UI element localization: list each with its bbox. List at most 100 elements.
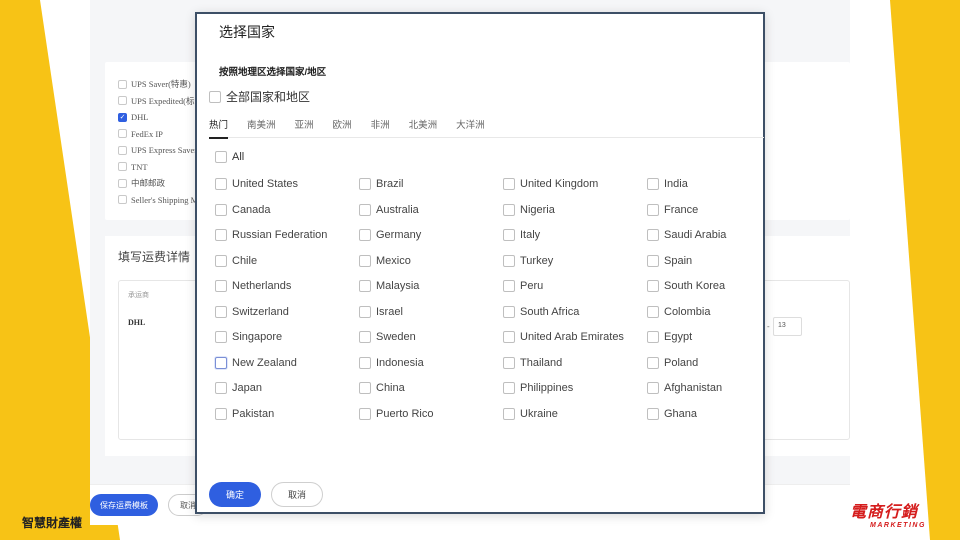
checkbox-icon bbox=[215, 356, 227, 369]
all-regions-checkbox[interactable]: 全部国家和地区 bbox=[209, 88, 310, 105]
select-all-label: All bbox=[232, 151, 245, 163]
carrier-label: UPS Saver(特惠) bbox=[131, 79, 191, 90]
country-checkbox[interactable]: South Korea bbox=[647, 279, 759, 293]
region-tab[interactable]: 亚洲 bbox=[295, 114, 314, 138]
checkbox-icon bbox=[503, 305, 515, 318]
country-checkbox[interactable]: Turkey bbox=[503, 254, 647, 268]
country-checkbox[interactable]: United Arab Emirates bbox=[503, 330, 647, 344]
region-tab[interactable]: 南美洲 bbox=[247, 114, 276, 138]
region-tab[interactable]: 热门 bbox=[209, 114, 229, 139]
country-checkbox[interactable]: Spain bbox=[647, 254, 759, 268]
country-checkbox[interactable]: Pakistan bbox=[215, 407, 359, 421]
country-label: Colombia bbox=[664, 305, 711, 318]
checkbox-icon bbox=[359, 407, 371, 420]
checkbox-icon bbox=[215, 178, 227, 190]
carrier-option[interactable]: Seller's Shipping M bbox=[118, 192, 206, 209]
carrier-option[interactable]: ✓ DHL bbox=[118, 109, 206, 126]
checkbox-icon bbox=[118, 96, 127, 106]
modal-title: 选择国家 bbox=[219, 24, 275, 40]
country-checkbox[interactable]: Netherlands bbox=[215, 279, 359, 293]
country-checkbox[interactable]: Singapore bbox=[215, 330, 359, 344]
country-checkbox[interactable]: Brazil bbox=[359, 177, 503, 191]
table-header-carrier: 承运商 bbox=[128, 292, 149, 299]
region-tab[interactable]: 大洋洲 bbox=[456, 114, 485, 138]
country-checkbox[interactable]: Sweden bbox=[359, 330, 503, 344]
country-checkbox[interactable]: Russian Federation bbox=[215, 228, 359, 242]
country-checkbox[interactable]: Canada bbox=[215, 203, 359, 217]
carrier-option[interactable]: UPS Express Saver bbox=[118, 142, 206, 159]
country-checkbox[interactable]: Germany bbox=[359, 228, 503, 242]
country-label: Malaysia bbox=[376, 280, 420, 292]
checkbox-icon bbox=[503, 254, 515, 267]
carrier-option[interactable]: UPS Saver(特惠) bbox=[118, 76, 206, 93]
country-checkbox[interactable]: Malaysia bbox=[359, 279, 503, 293]
save-template-button[interactable]: 保存运费模板 bbox=[90, 494, 158, 516]
country-checkbox[interactable]: Saudi Arabia bbox=[647, 228, 759, 242]
country-checkbox[interactable]: Australia bbox=[359, 203, 503, 217]
region-tab[interactable]: 欧洲 bbox=[333, 114, 352, 138]
checkbox-icon bbox=[359, 382, 371, 394]
country-checkbox[interactable]: Mexico bbox=[359, 254, 503, 268]
country-checkbox[interactable]: Chile bbox=[215, 254, 359, 268]
checkbox-icon bbox=[118, 145, 127, 155]
country-checkbox[interactable]: Ghana bbox=[647, 407, 759, 421]
carrier-option[interactable]: FedEx IP bbox=[118, 126, 206, 143]
region-tab[interactable]: 北美洲 bbox=[409, 114, 438, 138]
checkbox-icon bbox=[118, 129, 127, 139]
country-checkbox[interactable]: Poland bbox=[647, 356, 759, 370]
country-checkbox[interactable]: Nigeria bbox=[503, 203, 647, 217]
table-range-dash: - bbox=[767, 322, 770, 331]
select-all-checkbox[interactable]: All bbox=[215, 151, 244, 163]
country-checkbox[interactable]: Italy bbox=[503, 228, 647, 242]
country-checkbox[interactable]: Ukraine bbox=[503, 407, 647, 421]
brand-logo-sub: MARKETING bbox=[870, 522, 926, 529]
country-checkbox[interactable]: Israel bbox=[359, 305, 503, 319]
carrier-option[interactable]: 中邮邮政 bbox=[118, 175, 206, 192]
brand-logo: 電商行銷 MARKETING bbox=[850, 498, 930, 529]
carrier-label: TNT bbox=[131, 161, 148, 172]
country-grid: United States Brazil United Kingdom India Ca… bbox=[215, 177, 759, 432]
country-checkbox[interactable]: New Zealand bbox=[215, 356, 359, 370]
country-checkbox[interactable]: Afghanistan bbox=[647, 381, 759, 395]
country-checkbox[interactable]: Switzerland bbox=[215, 305, 359, 319]
checkbox-icon bbox=[118, 162, 127, 172]
country-checkbox[interactable]: South Africa bbox=[503, 305, 647, 319]
country-label: Israel bbox=[376, 305, 403, 318]
country-checkbox[interactable]: United Kingdom bbox=[503, 177, 647, 191]
country-checkbox[interactable]: Indonesia bbox=[359, 356, 503, 370]
carrier-list: UPS Saver(特惠) UPS Expedited(标准) ✓ DHL FedEx … bbox=[118, 76, 206, 208]
country-checkbox[interactable]: United States bbox=[215, 177, 359, 191]
region-tab[interactable]: 非洲 bbox=[371, 114, 390, 138]
country-checkbox[interactable]: Philippines bbox=[503, 381, 647, 395]
country-label: Ghana bbox=[664, 407, 698, 420]
country-checkbox[interactable]: Colombia bbox=[647, 305, 759, 319]
country-label: Brazil bbox=[376, 178, 404, 190]
checkbox-icon bbox=[647, 305, 659, 318]
country-checkbox[interactable]: Peru bbox=[503, 279, 647, 293]
country-checkbox[interactable]: Egypt bbox=[647, 330, 759, 344]
carrier-option[interactable]: UPS Expedited(标准) bbox=[118, 93, 206, 110]
country-label: Ukraine bbox=[520, 407, 558, 420]
checkbox-icon bbox=[647, 280, 659, 292]
shipping-details-title: 填写运费详情 bbox=[118, 250, 191, 264]
country-checkbox[interactable]: Thailand bbox=[503, 356, 647, 370]
country-label: Chile bbox=[232, 254, 258, 267]
confirm-button[interactable]: 确定 bbox=[209, 482, 261, 507]
cancel-button[interactable]: 取消 bbox=[271, 482, 323, 507]
all-regions-label: 全部国家和地区 bbox=[226, 90, 311, 104]
checkbox-icon bbox=[215, 254, 227, 267]
country-label: South Africa bbox=[520, 305, 580, 318]
checkbox-icon bbox=[215, 229, 227, 241]
carrier-option[interactable]: TNT bbox=[118, 159, 206, 176]
table-range-input[interactable]: 13 bbox=[773, 317, 802, 336]
country-checkbox[interactable]: China bbox=[359, 381, 503, 395]
checkbox-icon bbox=[503, 331, 515, 343]
checkbox-icon bbox=[647, 382, 659, 394]
country-checkbox[interactable]: Puerto Rico bbox=[359, 407, 503, 421]
checkbox-icon bbox=[359, 331, 371, 343]
country-checkbox[interactable]: India bbox=[647, 177, 759, 191]
country-checkbox[interactable]: France bbox=[647, 203, 759, 217]
country-checkbox[interactable]: Japan bbox=[215, 381, 359, 395]
checkbox-icon bbox=[647, 331, 659, 343]
checkbox-icon bbox=[359, 280, 371, 292]
